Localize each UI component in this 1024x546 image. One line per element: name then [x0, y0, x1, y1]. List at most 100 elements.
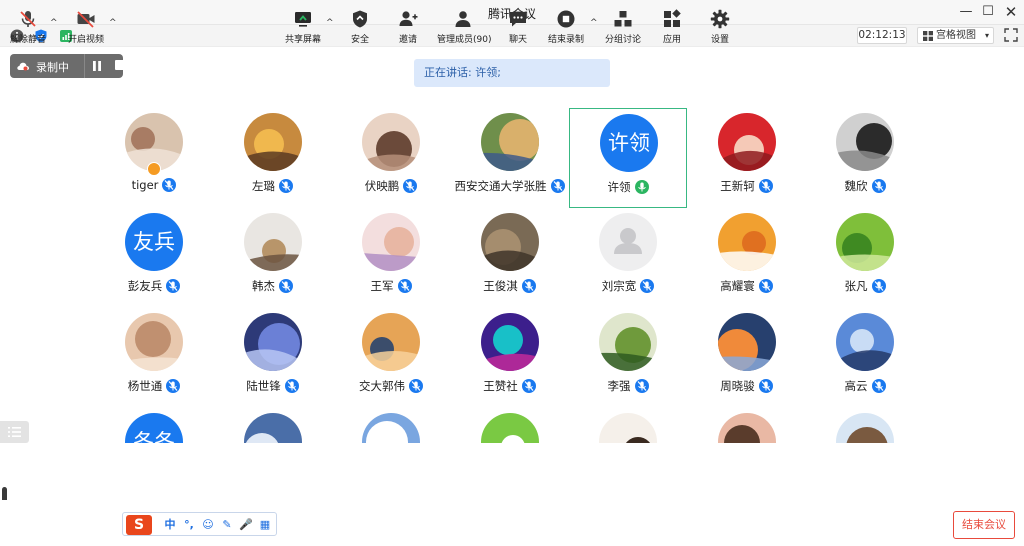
participant-name: 张凡 [844, 279, 868, 293]
participant-tile[interactable]: 王军 [332, 208, 450, 308]
participant-name-row: 韩杰 [214, 278, 332, 294]
participant-tile[interactable] [214, 408, 332, 443]
participant-tile[interactable]: 杨世通 [95, 308, 213, 408]
participant-tile[interactable]: 王赞社 [451, 308, 569, 408]
share-screen-label: 共享屏幕 [284, 35, 321, 45]
mic-muted-icon [758, 279, 773, 293]
participant-tile[interactable]: 周晓骏 [688, 308, 806, 408]
chat-button[interactable]: 聊天 [503, 9, 533, 45]
mic-muted-icon [279, 279, 293, 293]
participant-tile[interactable]: 许领 许领 [569, 108, 687, 208]
fullscreen-icon[interactable] [1004, 28, 1018, 42]
participant-tile[interactable]: 陆世锋 [214, 308, 332, 408]
participant-name-row: 伏映鹏 [332, 178, 450, 194]
mic-muted-icon [871, 279, 886, 293]
settings-label: 设置 [710, 35, 729, 45]
mic-muted-icon [521, 379, 536, 393]
participant-tile[interactable]: 西安交通大学张胜 [451, 108, 569, 208]
security-button[interactable]: 安全 [345, 9, 375, 45]
share-options-caret[interactable]: ^ [326, 18, 334, 28]
avatar: 冬冬 [125, 413, 183, 443]
avatar [599, 313, 657, 371]
ime-chinese-mode[interactable]: 中 [163, 517, 177, 533]
unmute-button[interactable]: 解除静音 [8, 9, 48, 45]
participant-tile[interactable]: 李强 [569, 308, 687, 408]
participant-name: 伏映鹏 [364, 179, 400, 193]
toolbox-icon[interactable]: ▦ [258, 517, 272, 533]
close-button[interactable]: ✕ [1001, 3, 1021, 21]
avatar [717, 213, 776, 271]
participant-tile[interactable] [569, 408, 687, 443]
pause-recording-icon[interactable] [91, 60, 103, 72]
unmute-label: 解除静音 [9, 35, 46, 45]
member-list-handle[interactable] [0, 421, 29, 443]
avatar [480, 213, 539, 271]
participant-tile[interactable]: 王俊淇 [451, 208, 569, 308]
participant-name: 左璐 [252, 179, 275, 193]
input-method-bar[interactable]: S 中 °, ☺ ✎ 🎤 ▦ [122, 512, 277, 536]
avatar [362, 313, 420, 371]
participant-name: 王军 [370, 279, 394, 293]
end-recording-button[interactable]: 结束录制 [545, 9, 587, 45]
participant-tile[interactable]: 左璐 [214, 108, 332, 208]
record-options-caret[interactable]: ^ [590, 18, 598, 28]
video-options-caret[interactable]: ^ [109, 18, 117, 28]
participant-name-row: 杨世通 [95, 378, 213, 394]
participant-name-row: 高云 [806, 378, 924, 394]
divider [84, 54, 85, 78]
participant-tile[interactable]: 高耀寰 [688, 208, 806, 308]
participant-name-row: 左璐 [214, 178, 332, 194]
participant-tile[interactable]: 魏欣 [806, 108, 924, 208]
maximize-button[interactable]: ☐ [978, 3, 998, 21]
end-meeting-button[interactable]: 结束会议 [953, 511, 1015, 539]
participant-tile[interactable]: 王新轲 [688, 108, 806, 208]
breakout-button[interactable]: 分组讨论 [603, 9, 643, 45]
participant-tile[interactable]: tiger [95, 108, 213, 208]
participant-tile[interactable]: 友兵 彭友兵 [95, 208, 213, 308]
participant-tile[interactable]: 张凡 [806, 208, 924, 308]
stop-recording-icon[interactable] [115, 60, 125, 70]
participant-tile[interactable]: 冬冬 [95, 408, 213, 443]
shield-icon [353, 10, 367, 28]
participant-name-row: 李强 [569, 378, 687, 394]
manage-members-button[interactable]: 管理成员(90) [437, 9, 491, 45]
invite-button[interactable]: 邀请 [393, 9, 423, 45]
participant-name-row: 西安交通大学张胜 [451, 178, 569, 194]
camera-off-icon [77, 11, 95, 28]
participant-tile[interactable]: 高云 [806, 308, 924, 408]
apps-button[interactable]: 应用 [657, 9, 687, 45]
share-screen-button[interactable]: 共享屏幕 [283, 9, 323, 45]
participant-tile[interactable]: 刘宗宽 [569, 208, 687, 308]
participant-tile[interactable] [451, 408, 569, 443]
start-video-button[interactable]: 开启视频 [65, 9, 107, 45]
mic-muted-icon [20, 11, 36, 27]
avatar: 许领 [600, 114, 658, 172]
emoji-icon[interactable]: ☺ [201, 517, 215, 533]
voice-input-icon[interactable]: 🎤 [239, 517, 253, 533]
participant-tile[interactable]: 交大郭伟 [332, 308, 450, 408]
audio-options-caret[interactable]: ^ [50, 18, 58, 28]
mic-muted-icon [758, 379, 773, 393]
avatar [836, 213, 894, 271]
settings-button[interactable]: 设置 [705, 9, 735, 45]
participant-tile[interactable] [806, 408, 924, 443]
participant-tile[interactable]: 韩杰 [214, 208, 332, 308]
security-label: 安全 [350, 35, 369, 45]
avatar [480, 313, 539, 371]
view-mode-dropdown[interactable]: 宫格视图 ▾ [917, 27, 994, 44]
avatar: 友兵 [125, 213, 183, 271]
avatar [243, 413, 302, 443]
mic-muted-icon [166, 279, 181, 293]
participant-tile[interactable]: 伏映鹏 [332, 108, 450, 208]
ime-punctuation[interactable]: °, [182, 517, 196, 533]
handwriting-icon[interactable]: ✎ [220, 517, 234, 533]
mic-muted-icon [409, 379, 423, 393]
participant-tile[interactable] [688, 408, 806, 443]
participant-grid: tiger 左璐 伏映鹏 西安交通大学张胜 许领 许领 王新轲 魏欣友兵 彭友兵韩杰 王军 王俊淇刘… [95, 108, 925, 443]
minimize-button[interactable]: — [956, 3, 976, 21]
participant-name: 韩杰 [252, 279, 275, 293]
participant-tile[interactable] [332, 408, 450, 443]
meeting-timer: 02:12:13 [857, 27, 907, 44]
participant-name: tiger [131, 178, 159, 192]
participant-name: 刘宗宽 [601, 279, 637, 293]
